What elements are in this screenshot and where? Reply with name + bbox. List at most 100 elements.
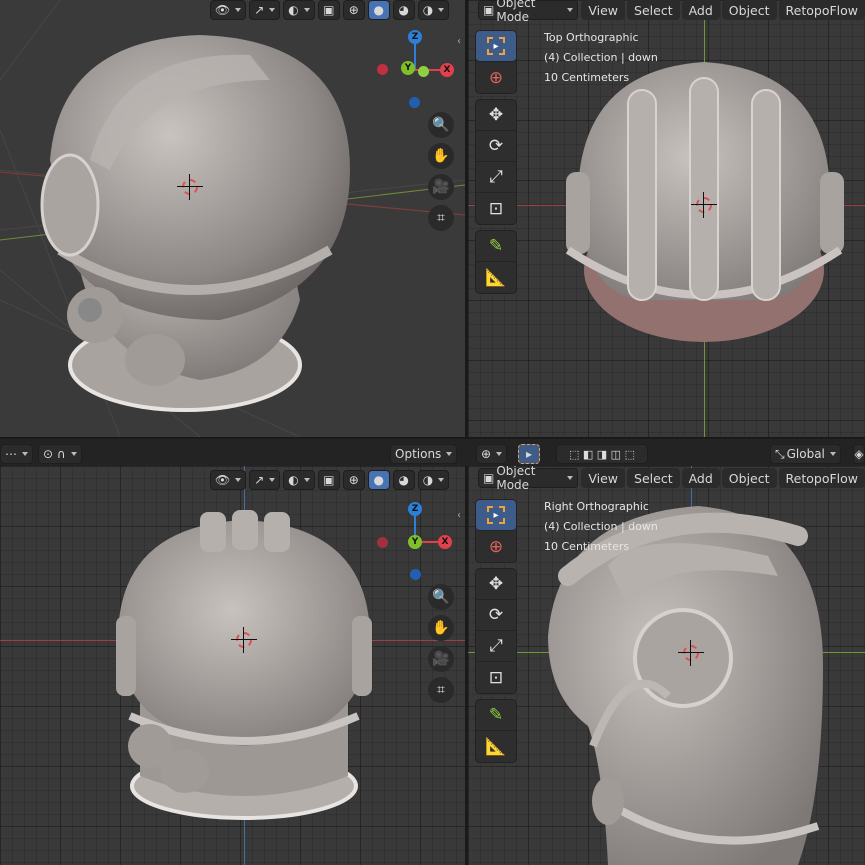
move-icon[interactable]: ✥ xyxy=(476,569,516,600)
transform-icon[interactable]: ⊡ xyxy=(476,193,516,224)
overlay-button[interactable]: ◐ xyxy=(283,0,315,20)
material-shading-button[interactable]: ◕ xyxy=(392,0,415,20)
eye-icon: 👁 xyxy=(215,473,231,487)
transform-icon[interactable]: ⊡ xyxy=(476,662,516,693)
camera-icon[interactable]: 🎥 xyxy=(428,646,454,672)
visibility-button[interactable]: 👁 xyxy=(210,0,247,20)
menu-object[interactable]: Object xyxy=(721,0,777,20)
x-axis-ball[interactable]: X xyxy=(438,535,452,549)
measure-icon[interactable]: 📐 xyxy=(476,731,516,762)
navigation-gizmo[interactable]: Z X Y xyxy=(375,502,455,582)
helmet-top-view xyxy=(565,62,844,342)
orientation-icon: ⤡ xyxy=(775,446,785,461)
wireframe-icon: ⊕ xyxy=(348,3,359,17)
solid-shading-button[interactable]: ● xyxy=(367,470,390,490)
scale-label: 10 Centimeters xyxy=(544,540,630,553)
navigation-gizmo[interactable]: Z X Y xyxy=(377,30,460,110)
z-axis-ball[interactable]: Z xyxy=(408,502,422,516)
select-box-icon[interactable]: ▸ xyxy=(476,31,516,62)
cursor-icon[interactable]: ⊕ xyxy=(476,531,516,562)
proportional-icon: ⊙ ∩ xyxy=(43,447,66,461)
menu-add[interactable]: Add xyxy=(681,468,720,488)
visibility-button[interactable]: 👁 xyxy=(210,470,247,490)
x-axis-ball[interactable]: X xyxy=(440,63,454,77)
rendered-shading-button[interactable]: ◑ xyxy=(417,0,450,20)
z-axis-ball[interactable]: Z xyxy=(408,30,422,44)
menu-view[interactable]: View xyxy=(581,468,626,488)
annotate-icon[interactable]: ✎ xyxy=(476,231,516,262)
toolbar: ▸ ⊕ ✥ ⟳ ⤢ ⊡ ✎ 📐 xyxy=(475,499,517,763)
xray-icon: ▣ xyxy=(323,473,335,487)
viewport-header-shading: 👁 ↗ ◐ ▣ ⊕ ● ◕ ◑ xyxy=(210,0,450,20)
rotate-icon[interactable]: ⟳ xyxy=(476,131,516,162)
hand-icon[interactable]: ✋ xyxy=(428,615,454,641)
scale-icon[interactable]: ⤢ xyxy=(476,162,516,193)
gizmo-button[interactable]: ↗ xyxy=(249,0,281,20)
zoom-icon[interactable]: 🔍 xyxy=(428,584,454,610)
measure-icon[interactable]: 📐 xyxy=(476,262,516,293)
gizmo-button[interactable]: ↗ xyxy=(249,470,281,490)
scale-icon[interactable]: ⤢ xyxy=(476,631,516,662)
menu-add[interactable]: Add xyxy=(681,0,720,20)
menu-select[interactable]: Select xyxy=(627,0,680,20)
menu-view[interactable]: View xyxy=(581,0,626,20)
select-box-icon[interactable]: ▸ xyxy=(476,500,516,531)
viewport-perspective[interactable]: 👁 ↗ ◐ ▣ ⊕ ● ◕ ◑ ‹ Z X Y 🔍 ✋ 🎥 ⌗ xyxy=(0,0,465,437)
grid-icon[interactable]: ⌗ xyxy=(428,205,454,231)
menu-retopoflow[interactable]: RetopoFlow xyxy=(778,0,865,20)
solid-shading-button[interactable]: ● xyxy=(367,0,390,20)
wireframe-shading-button[interactable]: ⊕ xyxy=(342,470,365,490)
neg-z-ball[interactable] xyxy=(410,569,421,580)
y-axis-ball[interactable]: Y xyxy=(408,535,422,549)
grid-icon[interactable]: ⌗ xyxy=(428,677,454,703)
neg-y-ball[interactable] xyxy=(418,66,429,77)
viewport-right-ortho[interactable]: ▣ Object Mode View Select Add Object Reto… xyxy=(468,466,865,865)
neg-x-ball[interactable] xyxy=(377,537,388,548)
viewport-top-ortho[interactable]: ▣ Object Mode View Select Add Object Reto… xyxy=(468,0,865,437)
collapse-arrow-icon[interactable]: ‹ xyxy=(457,510,461,521)
annotate-icon[interactable]: ✎ xyxy=(476,700,516,731)
viewport-front-ortho[interactable]: 👁 ↗ ◐ ▣ ⊕ ● ◕ ◑ ‹ Z X Y 🔍 ✋ 🎥 ⌗ xyxy=(0,466,465,865)
scale-label: 10 Centimeters xyxy=(544,71,630,84)
orientation-dropdown[interactable]: ⤡ Global xyxy=(770,444,841,464)
snap-button[interactable]: ⋯ xyxy=(0,444,33,464)
hand-icon[interactable]: ✋ xyxy=(428,143,454,169)
menu-object[interactable]: Object xyxy=(721,468,777,488)
collection-label: (4) Collection | down xyxy=(544,51,658,64)
object-mode-icon: ▣ xyxy=(483,3,495,17)
menu-select[interactable]: Select xyxy=(627,468,680,488)
xray-button[interactable]: ▣ xyxy=(317,470,340,490)
proportional-button[interactable]: ⊙ ∩ xyxy=(38,444,82,464)
toolbar: ▸ ⊕ ✥ ⟳ ⤢ ⊡ ✎ 📐 xyxy=(475,30,517,294)
rendered-icon: ◑ xyxy=(422,3,434,17)
options-dropdown[interactable]: Options xyxy=(390,444,458,464)
zoom-icon[interactable]: 🔍 xyxy=(428,112,454,138)
xray-button[interactable]: ▣ xyxy=(317,0,340,20)
editor-type-button[interactable]: ⊕ xyxy=(476,444,508,464)
tweak-select-button[interactable]: ▸ xyxy=(518,444,540,464)
wireframe-shading-button[interactable]: ⊕ xyxy=(342,0,365,20)
camera-icon[interactable]: 🎥 xyxy=(428,174,454,200)
view-name: Top Orthographic xyxy=(544,31,639,44)
pivot-button[interactable]: ◈ xyxy=(853,444,865,464)
material-shading-button[interactable]: ◕ xyxy=(392,470,415,490)
selection-mode-buttons[interactable]: ⬚ ◧ ◨ ◫ ⬚ xyxy=(556,444,648,464)
overlay-button[interactable]: ◐ xyxy=(283,470,315,490)
mode-dropdown[interactable]: ▣ Object Mode xyxy=(478,0,579,24)
select-modes-icon: ⬚ ◧ ◨ ◫ ⬚ xyxy=(569,447,635,461)
object-mode-icon: ▣ xyxy=(483,471,495,485)
rotate-icon[interactable]: ⟳ xyxy=(476,600,516,631)
snap-icon: ⋯ xyxy=(5,447,17,461)
move-icon[interactable]: ✥ xyxy=(476,100,516,131)
viewport-info: Top Orthographic (4) Collection | down 1… xyxy=(544,28,658,88)
gizmo-icon: ↗ xyxy=(254,3,265,17)
menu-retopoflow[interactable]: RetopoFlow xyxy=(778,468,865,488)
neg-x-ball[interactable] xyxy=(377,64,388,75)
neg-z-ball[interactable] xyxy=(409,97,420,108)
rendered-shading-button[interactable]: ◑ xyxy=(417,470,450,490)
viewport-header: ▣ Object Mode View Select Add Object Reto… xyxy=(478,0,865,24)
y-axis-ball[interactable]: Y xyxy=(401,61,415,75)
header-menu: View Select Add Object RetopoFlow xyxy=(581,468,865,488)
mode-dropdown[interactable]: ▣ Object Mode xyxy=(478,466,579,492)
cursor-icon[interactable]: ⊕ xyxy=(476,62,516,93)
